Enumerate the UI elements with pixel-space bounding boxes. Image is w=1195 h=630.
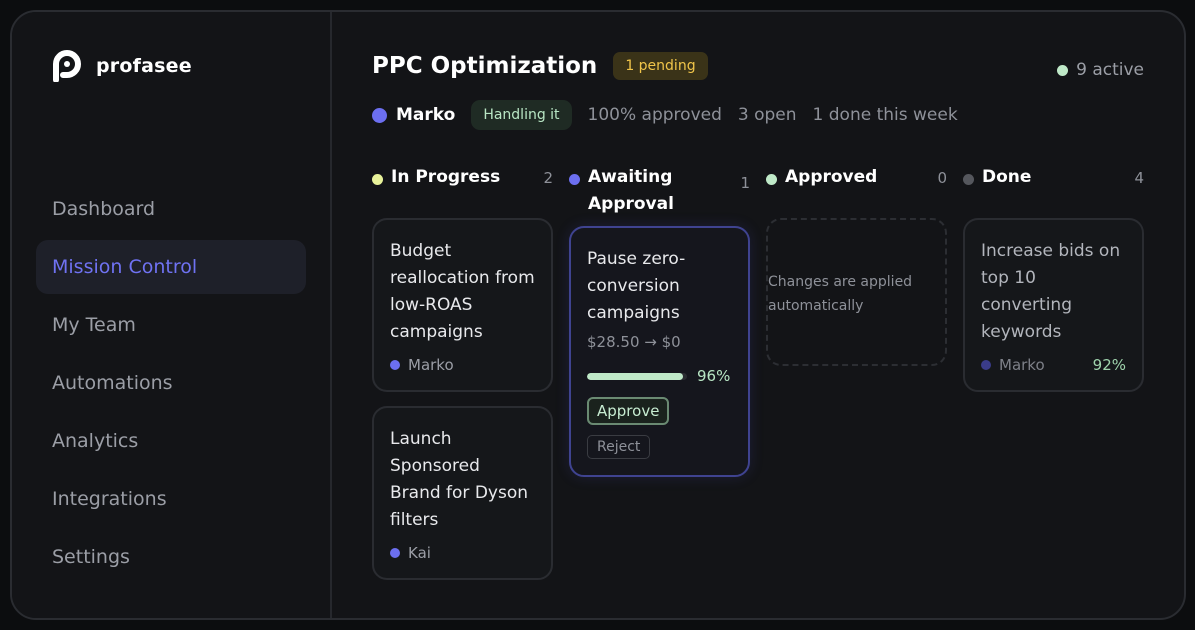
card-title: Launch Sponsored Brand for Dyson filters xyxy=(390,429,529,530)
card-footer: Marko 92% xyxy=(981,356,1126,374)
column-title: In Progress xyxy=(391,167,501,187)
sidebar-nav: Dashboard Mission Control My Team Automa… xyxy=(36,182,306,588)
brand[interactable]: profasee xyxy=(52,50,192,82)
app-window: profasee Dashboard Mission Control My Te… xyxy=(10,10,1186,620)
approval-card[interactable]: Pause zero-conversion campaigns $28.50 →… xyxy=(569,226,750,477)
approve-button[interactable]: Approve xyxy=(587,397,670,425)
agent[interactable]: Marko xyxy=(372,105,455,125)
stat-done-week: 1 done this week xyxy=(812,105,958,125)
pending-badge[interactable]: 1 pending xyxy=(613,52,708,80)
sidebar-item-mission-control[interactable]: Mission Control xyxy=(36,240,306,294)
sidebar-item-dashboard[interactable]: Dashboard xyxy=(36,182,306,236)
column-title: Awaiting Approval xyxy=(588,167,674,214)
column-header: Done 4 xyxy=(963,167,1144,218)
task-card[interactable]: Launch Sponsored Brand for Dyson filters… xyxy=(372,406,553,580)
sidebar-item-analytics[interactable]: Analytics xyxy=(36,414,306,468)
active-status: 9 active xyxy=(1057,60,1144,80)
column-title: Done xyxy=(982,167,1032,187)
assignee-name: Kai xyxy=(408,544,431,562)
column-title: Approved xyxy=(785,167,878,187)
card-assignee: Marko xyxy=(390,356,535,374)
status-dot xyxy=(569,174,580,185)
assignee-dot xyxy=(390,360,400,370)
confidence-label: 96% xyxy=(697,367,731,385)
page-title: PPC Optimization xyxy=(372,53,598,79)
agent-row: Marko Handling it 100% approved 3 open 1… xyxy=(372,100,958,130)
title-row: PPC Optimization 1 pending xyxy=(372,52,708,80)
status-dot xyxy=(963,174,974,185)
column-count: 2 xyxy=(543,169,553,187)
agent-name: Marko xyxy=(396,105,456,125)
column-done: Done 4 Increase bids on top 10 convertin… xyxy=(963,167,1144,594)
agent-status-badge: Handling it xyxy=(471,100,572,130)
confidence-bar-fill xyxy=(587,372,683,380)
status-dot xyxy=(766,174,777,185)
card-title: Increase bids on top 10 converting keywo… xyxy=(981,241,1121,342)
assignee-name: Marko xyxy=(408,356,454,374)
stat-approved: 100% approved xyxy=(587,105,722,125)
card-title: Pause zero-conversion campaigns xyxy=(587,249,686,323)
agent-avatar-dot xyxy=(372,107,387,123)
column-in-progress: In Progress 2 Budget reallocation from l… xyxy=(372,167,553,594)
assignee-dot xyxy=(981,360,991,370)
stat-open: 3 open xyxy=(737,105,797,125)
card-assignee: Marko xyxy=(981,356,1045,374)
result-score: 92% xyxy=(1092,356,1126,374)
sidebar-item-integrations[interactable]: Integrations xyxy=(36,472,306,526)
task-card[interactable]: Budget reallocation from low-ROAS campai… xyxy=(372,218,553,392)
column-header: Approved 0 xyxy=(766,167,947,218)
column-count: 0 xyxy=(937,169,947,187)
assignee-dot xyxy=(390,548,400,558)
status-dot xyxy=(372,174,383,185)
kanban-board: In Progress 2 Budget reallocation from l… xyxy=(372,167,1144,594)
reject-button[interactable]: Reject xyxy=(587,435,651,459)
column-count: 4 xyxy=(1134,169,1144,187)
active-status-dot xyxy=(1057,64,1069,76)
column-count: 1 xyxy=(740,174,750,192)
card-assignee: Kai xyxy=(390,544,535,562)
bid-change: $28.50 → $0 xyxy=(587,333,681,351)
sidebar: profasee Dashboard Mission Control My Te… xyxy=(12,12,332,618)
confidence: 96% xyxy=(587,367,732,385)
empty-column-placeholder: Changes are applied automatically xyxy=(766,218,947,366)
sidebar-item-automations[interactable]: Automations xyxy=(36,356,306,410)
brand-name: profasee xyxy=(96,55,192,77)
card-title: Budget reallocation from low-ROAS campai… xyxy=(390,241,535,342)
profasee-logo-icon xyxy=(53,50,81,82)
confidence-bar xyxy=(587,372,687,380)
main-panel: PPC Optimization 1 pending 9 active Mark… xyxy=(334,12,1184,618)
task-card[interactable]: Increase bids on top 10 converting keywo… xyxy=(963,218,1144,392)
column-awaiting-approval: Awaiting Approval 1 Pause zero-conversio… xyxy=(569,167,750,594)
sidebar-item-settings[interactable]: Settings xyxy=(36,530,306,584)
column-approved: Approved 0 Changes are applied automatic… xyxy=(766,167,947,594)
active-count-label: 9 active xyxy=(1076,60,1144,80)
column-header: In Progress 2 xyxy=(372,167,553,218)
assignee-name: Marko xyxy=(999,356,1045,374)
column-header: Awaiting Approval 1 xyxy=(569,167,750,218)
sidebar-item-my-team[interactable]: My Team xyxy=(36,298,306,352)
